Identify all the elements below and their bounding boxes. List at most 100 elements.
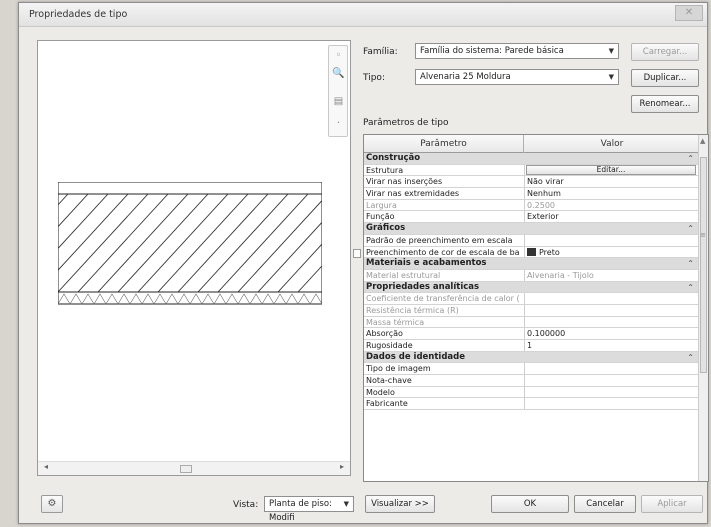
parameter-value[interactable] xyxy=(524,398,700,410)
parameter-row[interactable]: Estrutura Editar... xyxy=(364,164,700,177)
rename-button[interactable]: Renomear... xyxy=(631,95,699,113)
type-parameters-label: Parâmetros de tipo xyxy=(363,118,449,128)
scroll-left-icon[interactable]: ◂ xyxy=(44,462,48,471)
parameter-row[interactable]: Largura 0.2500 xyxy=(364,199,700,212)
collapse-chevron-icon[interactable]: ⌃ xyxy=(687,352,694,363)
title-bar: Propriedades de tipo ✕ xyxy=(19,3,707,27)
collapse-chevron-icon[interactable]: ⌃ xyxy=(687,153,694,164)
scroll-thumb[interactable] xyxy=(700,157,707,373)
parameter-name: Tipo de imagem xyxy=(366,364,431,374)
parameter-name: Modelo xyxy=(366,387,395,397)
duplicate-button[interactable]: Duplicar... xyxy=(631,69,699,87)
scroll-thumb[interactable] xyxy=(180,465,192,473)
apply-button[interactable]: Aplicar xyxy=(641,495,703,513)
parameter-name: Coeficiente de transferência de calor ( xyxy=(366,294,520,304)
edit-structure-button[interactable]: Editar... xyxy=(526,164,696,175)
parameter-value: 0.2500 xyxy=(524,199,700,211)
type-properties-dialog: Propriedades de tipo ✕ ◦ 🔍 ▤ · ◂ ▸ Famíl… xyxy=(18,2,709,524)
preview-horizontal-scrollbar[interactable]: ◂ ▸ xyxy=(38,461,350,475)
scroll-right-icon[interactable]: ▸ xyxy=(340,462,344,471)
panel-splitter-handle[interactable] xyxy=(353,249,361,258)
parameter-row[interactable]: Tipo de imagem xyxy=(364,363,700,376)
group-header-row[interactable]: Propriedades analíticas ⌃ xyxy=(364,281,700,294)
type-dropdown[interactable]: Alvenaria 25 Moldura ▼ xyxy=(415,69,619,85)
parameter-row[interactable]: Massa térmica xyxy=(364,316,700,329)
group-label: Gráficos xyxy=(366,223,406,234)
parameter-name: Fabricante xyxy=(366,399,408,409)
parameter-value[interactable] xyxy=(524,363,700,375)
column-header-parameter[interactable]: Parâmetro xyxy=(364,135,524,153)
parameter-row[interactable]: Coeficiente de transferência de calor ( xyxy=(364,293,700,305)
type-parameters-grid[interactable]: Parâmetro Valor Construção ⌃ Estrutura Edit… xyxy=(363,134,709,482)
family-dropdown[interactable]: Família do sistema: Parede básica ▼ xyxy=(415,43,619,59)
parameter-value[interactable]: Não virar xyxy=(524,176,700,188)
load-button[interactable]: Carregar... xyxy=(631,43,699,61)
view-options-icon[interactable]: · xyxy=(331,116,346,131)
group-header-row[interactable]: Materiais e acabamentos ⌃ xyxy=(364,258,700,270)
grid-header: Parâmetro Valor xyxy=(364,135,700,153)
group-header-row[interactable]: Construção ⌃ xyxy=(364,153,700,165)
parameter-row[interactable]: Fabricante xyxy=(364,398,700,411)
parameter-row[interactable]: Absorção 0.100000 xyxy=(364,328,700,340)
preview-toolbar: ◦ 🔍 ▤ · xyxy=(328,45,348,137)
parameter-value[interactable] xyxy=(524,234,700,246)
parameter-row[interactable]: Função Exterior xyxy=(364,211,700,224)
parameter-name: Material estrutural xyxy=(366,270,441,280)
help-icon[interactable]: ⚙ xyxy=(41,495,63,513)
parameter-value[interactable] xyxy=(524,375,700,387)
parameter-row[interactable]: Rugosidade 1 xyxy=(364,340,700,352)
scroll-up-icon[interactable]: ▲ xyxy=(700,137,705,145)
column-header-value[interactable]: Valor xyxy=(524,135,700,153)
parameter-name: Nota-chave xyxy=(366,376,412,386)
zoom-icon[interactable]: 🔍 xyxy=(331,66,346,81)
parameter-row[interactable]: Virar nas extremidades Nenhum xyxy=(364,188,700,200)
type-label: Tipo: xyxy=(363,73,385,83)
window-title: Propriedades de tipo xyxy=(29,9,128,20)
parameter-name: Massa térmica xyxy=(366,317,425,327)
parameter-value xyxy=(524,293,700,305)
collapse-chevron-icon[interactable]: ⌃ xyxy=(687,223,694,234)
ok-button[interactable]: OK xyxy=(491,495,569,513)
parameter-row[interactable]: Nota-chave xyxy=(364,375,700,387)
parameter-row[interactable]: Virar nas inserções Não virar xyxy=(364,176,700,189)
preview-button[interactable]: Visualizar >> xyxy=(365,495,435,513)
parameter-name: Largura xyxy=(366,200,397,210)
chevron-down-icon: ▼ xyxy=(608,47,614,55)
group-label: Dados de identidade xyxy=(366,351,466,362)
steering-wheel-icon[interactable]: ◦ xyxy=(331,48,346,63)
wall-section-preview xyxy=(58,182,322,305)
parameter-row[interactable]: Modelo xyxy=(364,386,700,399)
group-label: Construção xyxy=(366,153,421,163)
parameter-name: Rugosidade xyxy=(366,341,413,350)
zoom-region-icon[interactable]: ▤ xyxy=(331,94,346,109)
parameter-name: Virar nas inserções xyxy=(366,177,443,187)
collapse-chevron-icon[interactable]: ⌃ xyxy=(687,282,694,293)
parameter-row[interactable]: Resistência térmica (R) xyxy=(364,304,700,317)
cancel-button[interactable]: Cancelar xyxy=(574,495,636,513)
parameter-name: Resistência térmica (R) xyxy=(366,305,459,315)
preview-panel[interactable]: ◦ 🔍 ▤ · ◂ ▸ xyxy=(37,40,351,476)
parameter-value[interactable]: Editar... xyxy=(524,164,700,176)
parameter-value[interactable]: Exterior xyxy=(524,211,700,223)
close-button[interactable]: ✕ xyxy=(675,5,703,21)
group-header-row[interactable]: Dados de identidade ⌃ xyxy=(364,351,700,364)
parameter-rows: Construção ⌃ Estrutura Editar... Virar nas i… xyxy=(364,153,700,411)
parameter-row[interactable]: Material estrutural Alvenaria - Tijolo xyxy=(364,269,700,282)
family-value: Família do sistema: Parede básica xyxy=(420,46,564,56)
parameter-value[interactable]: Preto xyxy=(524,246,700,258)
parameter-row[interactable]: Padrão de preenchimento em escala xyxy=(364,234,700,247)
parameter-value xyxy=(524,316,700,328)
group-header-row[interactable]: Gráficos ⌃ xyxy=(364,223,700,235)
parameter-value[interactable] xyxy=(524,386,700,398)
parameter-value[interactable]: 1 xyxy=(524,340,700,351)
group-label: Propriedades analíticas xyxy=(366,281,480,292)
parameter-name: Preenchimento de cor de escala de ba xyxy=(366,247,520,257)
parameter-value[interactable]: Nenhum xyxy=(524,188,700,200)
parameter-row[interactable]: Preenchimento de cor de escala de ba Pret… xyxy=(364,246,700,259)
parameter-value[interactable]: 0.100000 xyxy=(524,328,700,340)
parameter-name: Virar nas extremidades xyxy=(366,189,460,199)
collapse-chevron-icon[interactable]: ⌃ xyxy=(687,258,694,269)
view-dropdown[interactable]: Planta de piso: Modifi ▼ xyxy=(264,496,354,523)
grid-vertical-scrollbar[interactable]: ▲ ≡ xyxy=(698,135,708,481)
parameter-value: Alvenaria - Tijolo xyxy=(524,269,700,281)
